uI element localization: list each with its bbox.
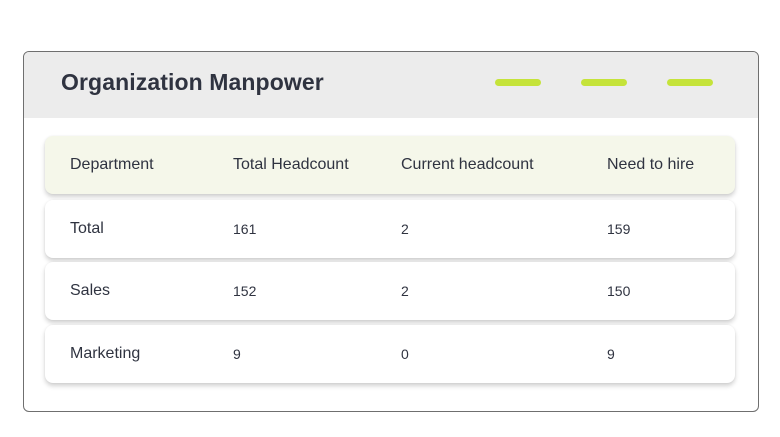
column-header-total-headcount: Total Headcount: [233, 156, 349, 173]
total-headcount-cell: 9: [233, 346, 241, 362]
department-cell: Sales: [70, 282, 111, 299]
current-headcount-cell: 2: [401, 221, 409, 237]
need-to-hire-cell: 150: [607, 283, 631, 299]
card-title: Organization Manpower: [61, 69, 324, 95]
header-decoration-bar: [495, 79, 541, 86]
column-header-need-to-hire: Need to hire: [607, 156, 695, 173]
card-header: Organization Manpower: [24, 52, 758, 118]
column-header-current-headcount: Current headcount: [401, 156, 534, 173]
department-cell: Total: [70, 220, 104, 237]
department-cell: Marketing: [70, 345, 141, 362]
header-decoration-bar: [667, 79, 713, 86]
table-row: Sales 152 2 150: [45, 262, 735, 320]
column-header-department: Department: [70, 156, 154, 173]
total-headcount-cell: 161: [233, 221, 257, 237]
current-headcount-cell: 2: [401, 283, 409, 299]
current-headcount-cell: 0: [401, 346, 409, 362]
manpower-card: Organization Manpower Department Total H…: [23, 51, 759, 412]
table-row: Total 161 2 159: [45, 200, 735, 258]
table-row: Marketing 9 0 9: [45, 325, 735, 383]
need-to-hire-cell: 159: [607, 221, 631, 237]
need-to-hire-cell: 9: [607, 346, 615, 362]
header-decoration-bar: [581, 79, 627, 86]
total-headcount-cell: 152: [233, 283, 257, 299]
table-header-row: Department Total Headcount Current headc…: [45, 136, 735, 194]
